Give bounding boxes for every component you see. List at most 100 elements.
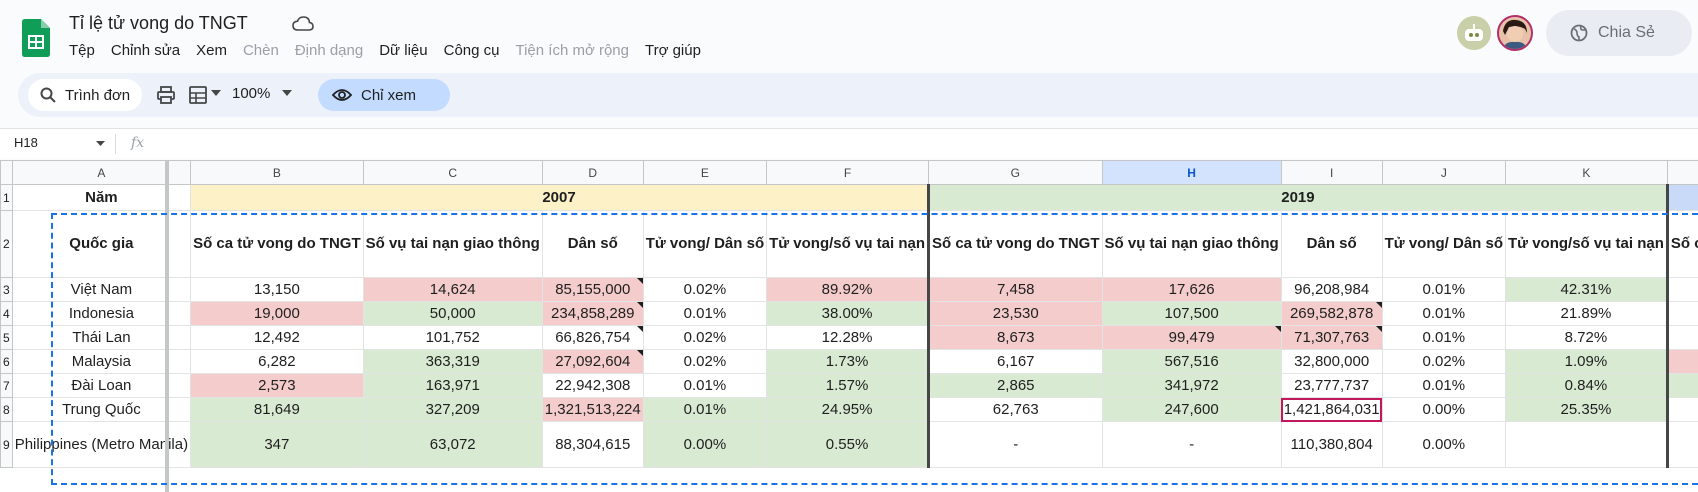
table-cell[interactable]: 0.01% xyxy=(1381,373,1507,398)
table-cell[interactable]: 6,384 xyxy=(1665,277,1698,302)
column-header-k[interactable]: K xyxy=(1505,160,1668,185)
table-cell[interactable]: 1.73% xyxy=(766,349,929,374)
cell-deaths-header[interactable]: Số ca tử vong do TNGT xyxy=(190,210,364,278)
table-cell[interactable]: - xyxy=(1665,397,1698,422)
table-cell[interactable]: 0.01% xyxy=(1381,325,1507,350)
cell-death-per-pop-header[interactable]: Tử vong/ Dân số xyxy=(642,210,768,278)
table-cell[interactable]: - xyxy=(926,421,1103,468)
cell-year-2022[interactable]: 2022 xyxy=(1665,184,1698,211)
row-header-8[interactable]: 8 xyxy=(0,397,13,422)
table-cell[interactable]: 24.95% xyxy=(766,397,929,422)
table-cell[interactable]: 0.02% xyxy=(642,277,768,302)
sheets-logo-icon[interactable] xyxy=(22,19,50,57)
table-cell[interactable]: 63,072 xyxy=(362,421,543,468)
frozen-column-divider[interactable] xyxy=(165,160,169,492)
chevron-down-icon[interactable] xyxy=(211,90,221,96)
table-cell[interactable]: 50,000 xyxy=(362,301,543,326)
cell-country-header[interactable]: Quốc gia xyxy=(11,210,192,278)
table-cell[interactable]: 110,380,804 xyxy=(1280,421,1383,468)
table-cell[interactable]: 12,492 xyxy=(190,325,364,350)
table-cell[interactable]: 247,600 xyxy=(1101,397,1282,422)
cell-country[interactable]: Thái Lan xyxy=(11,325,192,350)
spreadsheet-grid[interactable]: A B C D E F G H I J K L M N O P xyxy=(0,160,1698,492)
cell-accidents-header[interactable]: Số vụ tai nạn giao thông xyxy=(362,210,543,278)
print-icon[interactable] xyxy=(156,85,176,105)
table-cell[interactable]: 99,479 xyxy=(1101,325,1282,350)
column-header-e[interactable]: E xyxy=(642,160,768,185)
table-cell[interactable]: 3,706 xyxy=(1665,301,1698,326)
table-cell[interactable]: 6,168 xyxy=(1665,349,1698,374)
document-title[interactable]: Tỉ lệ tử vong do TNGT xyxy=(69,13,248,34)
table-cell[interactable]: 0.55% xyxy=(766,421,929,468)
table-cell[interactable]: 567,516 xyxy=(1101,349,1282,374)
cell-death-per-accident-header[interactable]: Tử vong/số vụ tai nạn xyxy=(1505,210,1668,278)
zoom-select[interactable]: 100% xyxy=(232,85,270,102)
row-header-2[interactable]: 2 xyxy=(0,210,13,278)
table-cell[interactable]: 0.02% xyxy=(642,349,768,374)
cell-year-2019[interactable]: 2019 xyxy=(926,184,1668,211)
name-box[interactable]: H18 xyxy=(14,135,38,150)
table-cell[interactable]: 21.89% xyxy=(1505,301,1668,326)
table-cell[interactable]: 363,319 xyxy=(362,349,543,374)
table-cell[interactable]: 0.01% xyxy=(642,397,768,422)
table-cell[interactable] xyxy=(1505,421,1668,468)
column-header-l[interactable]: L xyxy=(1666,160,1698,185)
table-cell[interactable]: 2,573 xyxy=(190,373,364,398)
table-cell[interactable]: 66,826,754 xyxy=(541,325,644,350)
table-cell[interactable]: 3,085 xyxy=(1665,373,1698,398)
cell-country[interactable]: Malaysia xyxy=(11,349,192,374)
row-header-1[interactable]: 1 xyxy=(0,184,13,211)
share-button[interactable]: Chia Sẻ xyxy=(1546,10,1692,56)
table-cell[interactable]: 8.72% xyxy=(1505,325,1668,350)
table-cell[interactable]: 6,282 xyxy=(190,349,364,374)
table-cell[interactable]: 96,208,984 xyxy=(1280,277,1383,302)
table-cell[interactable]: 101,752 xyxy=(362,325,543,350)
row-header-5[interactable]: 5 xyxy=(0,325,13,350)
table-cell[interactable]: 1.09% xyxy=(1505,349,1668,374)
table-cell[interactable]: 0.84% xyxy=(1505,373,1668,398)
bot-avatar[interactable] xyxy=(1457,16,1491,50)
table-cell[interactable]: 0.02% xyxy=(642,325,768,350)
table-cell[interactable]: 6,167 xyxy=(926,349,1103,374)
select-all-corner[interactable] xyxy=(0,160,13,185)
table-cell[interactable]: - xyxy=(1101,421,1282,468)
menu-extensions[interactable]: Tiện ích mở rộng xyxy=(515,42,629,59)
table-cell[interactable]: 341,972 xyxy=(1101,373,1282,398)
table-cell[interactable]: 42.31% xyxy=(1505,277,1668,302)
table-cell[interactable]: 27,092,604 xyxy=(541,349,644,374)
column-header-b[interactable]: B xyxy=(190,160,364,185)
cell-country[interactable]: Indonesia xyxy=(11,301,192,326)
table-cell[interactable]: 22,942,308 xyxy=(541,373,644,398)
menu-tools[interactable]: Công cụ xyxy=(444,42,500,59)
table-cell[interactable]: 0.01% xyxy=(1381,277,1507,302)
table-cell[interactable]: 107,500 xyxy=(1101,301,1282,326)
table-cell[interactable]: 1,421,864,031 xyxy=(1280,397,1383,422)
cell-death-per-pop-header[interactable]: Tử vong/ Dân số xyxy=(1381,210,1507,278)
column-header-c[interactable]: C xyxy=(362,160,543,185)
column-header-i[interactable]: I xyxy=(1280,160,1383,185)
zoom-chevron-down-icon[interactable] xyxy=(282,90,292,96)
format-table-icon[interactable] xyxy=(188,85,208,105)
table-cell[interactable]: 347 xyxy=(190,421,364,468)
table-cell[interactable]: 0.00% xyxy=(642,421,768,468)
user-avatar[interactable] xyxy=(1497,15,1533,51)
cell-country[interactable]: Philippines (Metro Manila) xyxy=(11,421,192,468)
cell-population-header[interactable]: Dân số xyxy=(541,210,644,278)
table-cell[interactable]: 0.00% xyxy=(1381,397,1507,422)
menu-format[interactable]: Định dạng xyxy=(295,42,363,59)
view-only-button[interactable]: Chỉ xem xyxy=(318,79,450,111)
column-header-f[interactable]: F xyxy=(766,160,929,185)
table-cell[interactable]: 14,737 xyxy=(1665,325,1698,350)
table-cell[interactable]: 8,673 xyxy=(926,325,1103,350)
table-cell[interactable]: 0.00% xyxy=(1381,421,1507,468)
table-cell[interactable]: 17,626 xyxy=(1101,277,1282,302)
row-header-7[interactable]: 7 xyxy=(0,373,13,398)
column-header-j[interactable]: J xyxy=(1381,160,1507,185)
table-cell[interactable]: 85,155,000 xyxy=(541,277,644,302)
table-cell[interactable]: 0.01% xyxy=(642,373,768,398)
cell-death-per-accident-header[interactable]: Tử vong/số vụ tai nạn xyxy=(766,210,929,278)
table-cell[interactable]: 163,971 xyxy=(362,373,543,398)
table-cell[interactable]: 327,209 xyxy=(362,397,543,422)
cell-year-label[interactable]: Năm xyxy=(11,184,192,211)
column-header-g[interactable]: G xyxy=(927,160,1103,185)
